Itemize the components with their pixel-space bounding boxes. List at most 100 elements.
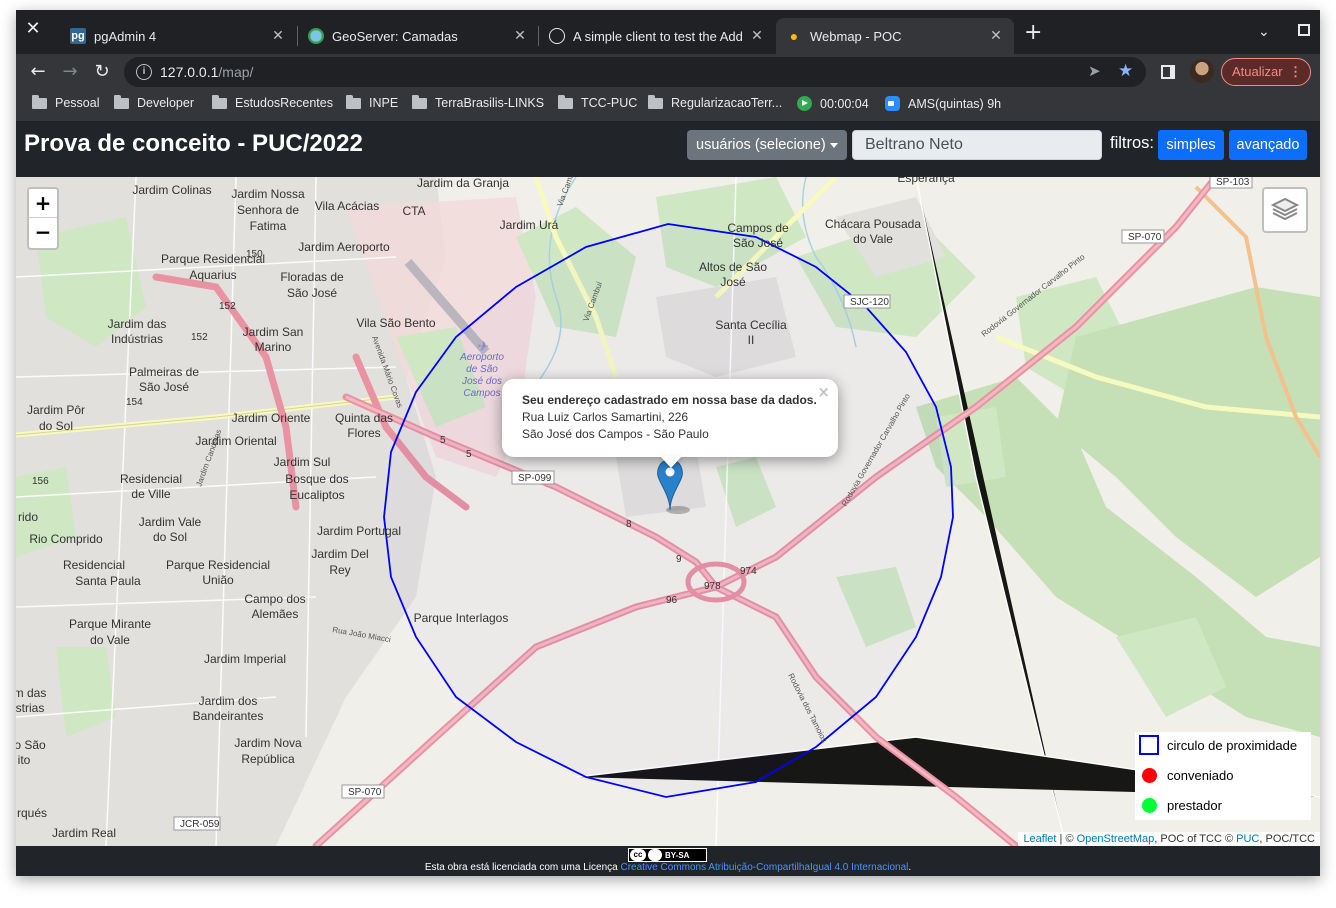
place-label: Jardim Imperial	[204, 652, 286, 666]
place-label: Aquarius	[189, 268, 236, 282]
reload-icon[interactable]: ↻	[90, 60, 114, 84]
tab-pgadmin[interactable]: pg pgAdmin 4 ✕	[60, 18, 296, 54]
place-label: Jardim Colinas	[132, 183, 211, 197]
place-label: ito	[18, 753, 31, 767]
place-label: São José	[287, 286, 337, 300]
place-label: Residencial	[63, 558, 125, 572]
place-label: Santa Paula	[75, 574, 141, 588]
road-label: Via Cambuí	[555, 177, 578, 208]
place-label: Campos de	[727, 221, 789, 235]
place-label: Indústrias	[111, 332, 163, 346]
place-label: Aeroporto	[459, 352, 504, 363]
tab-geoserver[interactable]: GeoServer: Camadas ✕	[298, 18, 538, 54]
bookmark-tcc-puc[interactable]: TCC-PUC	[558, 94, 637, 110]
place-label: Floradas de	[280, 270, 344, 284]
zoom-icon	[885, 96, 900, 111]
url-text[interactable]: 127.0.0.1/map/	[160, 64, 253, 80]
bookmark-label: AMS(quintas) 9h	[908, 96, 1002, 111]
attribution-text: , POC of TCC ©	[1154, 833, 1237, 845]
cc-license-badge[interactable]: cc BY-SA	[628, 848, 707, 862]
folder-icon	[558, 94, 573, 109]
tab-title: GeoServer: Camadas	[332, 28, 458, 44]
user-name-field[interactable]	[852, 130, 1102, 160]
place-label: Parque Interlagos	[414, 611, 509, 625]
filters-label: filtros:	[1110, 134, 1155, 152]
address-popup: Seu endereço cadastrado em nossa base da…	[502, 379, 838, 457]
place-label: Quinta das	[335, 411, 393, 425]
place-label: União	[202, 573, 234, 587]
user-select-dropdown[interactable]: usuários (selecione)	[687, 130, 847, 160]
puc-link[interactable]: PUC	[1236, 833, 1259, 845]
send-icon[interactable]: ➤	[1088, 62, 1101, 80]
bookmark-pessoal[interactable]: Pessoal	[32, 94, 99, 110]
bookmark-label: TerraBrasilis-LINKS	[435, 96, 545, 110]
license-suffix: .	[908, 862, 912, 873]
tab-close-icon[interactable]: ✕	[988, 28, 1004, 44]
user-select-label: usuários (selecione)	[696, 137, 826, 153]
map-canvas[interactable]: SP-099 SP-070 SP-070 SP-103 SJC-120 JCR-…	[16, 177, 1320, 846]
place-label: do Sol	[39, 419, 73, 433]
folder-icon	[412, 94, 427, 109]
place-label: Chácara Pousada	[825, 217, 921, 231]
license-link[interactable]: Creative Commons Atribuição-CompartilhaI…	[620, 862, 908, 873]
bookmark-terrabrasilis[interactable]: TerraBrasilis-LINKS	[412, 94, 545, 110]
bookmark-regularizacao[interactable]: RegularizacaoTerr...	[648, 94, 782, 110]
tab-title: A simple client to test the Addre	[573, 28, 743, 44]
road-label: 974	[740, 566, 757, 577]
web-page: Prova de conceito - PUC/2022 usuários (s…	[16, 122, 1320, 876]
tab-close-icon[interactable]: ✕	[512, 28, 528, 44]
road-label: 9	[676, 554, 682, 565]
window-maximize-icon[interactable]	[1298, 24, 1310, 36]
legend-item-prestador: prestador	[1139, 795, 1222, 815]
tab-address-client[interactable]: A simple client to test the Addre ✕	[539, 18, 775, 54]
legend-label: prestador	[1167, 797, 1222, 813]
site-info-icon[interactable]: i	[136, 64, 152, 80]
layers-control[interactable]	[1262, 187, 1308, 233]
forward-icon[interactable]: →	[58, 60, 82, 84]
play-icon	[797, 96, 812, 111]
window-close-icon[interactable]: ✕	[24, 20, 42, 38]
bookmark-label: 00:00:04	[820, 96, 869, 111]
legend-label: circulo de proximidade	[1167, 737, 1298, 753]
place-label: Jardim Oriente	[232, 411, 311, 425]
tab-search-icon[interactable]: ⌄	[1258, 24, 1270, 40]
bookmark-ams[interactable]: AMS(quintas) 9h	[885, 96, 1001, 111]
road-label: SP-070	[348, 787, 382, 798]
tab-close-icon[interactable]: ✕	[270, 28, 286, 44]
simple-filter-button[interactable]: simples	[1158, 130, 1224, 160]
bookmark-label: INPE	[369, 96, 399, 110]
popup-close-icon[interactable]: ×	[817, 384, 830, 401]
update-label: Atualizar	[1232, 64, 1283, 79]
place-label: Vila Acácias	[315, 199, 379, 213]
new-tab-icon[interactable]: +	[1024, 22, 1042, 44]
road-label: 156	[32, 476, 49, 487]
tab-webmap[interactable]: ● Webmap - POC ✕	[776, 18, 1014, 54]
bookmark-developer[interactable]: Developer	[114, 94, 194, 110]
avatar[interactable]	[1190, 59, 1214, 83]
leaflet-link[interactable]: Leaflet	[1023, 833, 1056, 845]
place-label: Jardim Del	[311, 547, 368, 561]
popup-heading: Seu endereço cadastrado em nossa base da…	[522, 393, 817, 407]
bookmark-timer[interactable]: 00:00:04	[797, 96, 869, 111]
legend-item-conveniado: conveniado	[1139, 765, 1234, 785]
bookmark-star-icon[interactable]: ★	[1118, 61, 1133, 81]
place-label: Campos	[463, 388, 500, 399]
red-dot-icon	[1142, 767, 1157, 783]
tab-close-icon[interactable]: ✕	[749, 28, 765, 44]
zoom-control: + −	[27, 187, 59, 250]
zoom-out-button[interactable]: −	[29, 218, 57, 247]
place-label: Jardim Pôr	[27, 403, 85, 417]
address-bar[interactable]: i 127.0.0.1/map/ ➤ ★	[124, 57, 1146, 87]
update-button[interactable]: Atualizar ⋮	[1221, 58, 1311, 86]
bookmark-inpe[interactable]: INPE	[346, 94, 399, 110]
pgadmin-icon: pg	[70, 28, 86, 44]
side-panel-icon[interactable]	[1161, 65, 1175, 79]
bookmark-estudos[interactable]: EstudosRecentes	[212, 94, 333, 110]
place-label: Jardim San	[243, 325, 304, 339]
advanced-filter-button[interactable]: avançado	[1229, 130, 1307, 160]
zoom-in-button[interactable]: +	[29, 189, 57, 218]
map-tiles: SP-099 SP-070 SP-070 SP-103 SJC-120 JCR-…	[16, 177, 1320, 846]
place-label: Jardim Nossa	[231, 187, 305, 201]
osm-link[interactable]: OpenStreetMap	[1077, 833, 1155, 845]
back-icon[interactable]: ←	[26, 60, 50, 84]
